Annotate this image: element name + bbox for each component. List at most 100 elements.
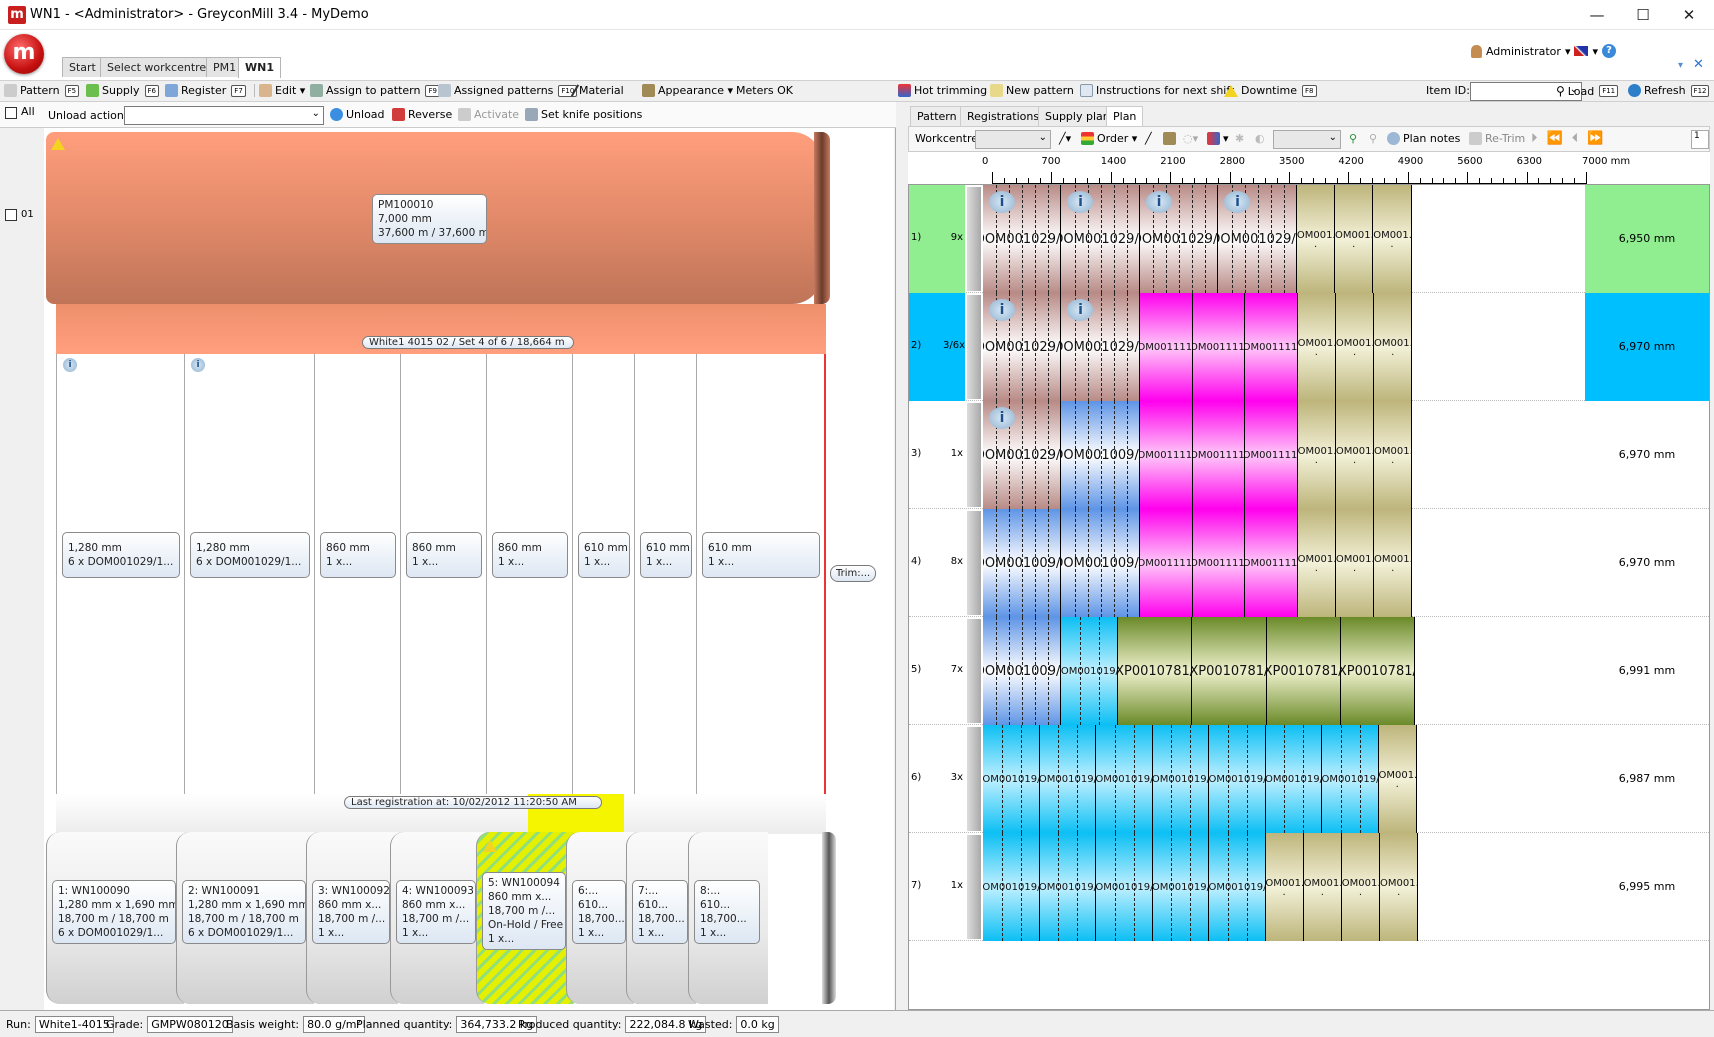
pattern-segment[interactable]: DOM001.... bbox=[1297, 401, 1336, 509]
pattern-segment[interactable]: DOM001019/1 bbox=[1039, 833, 1096, 941]
reel-info-box[interactable]: 3: WN100092 860 mm x... 18,700 m /... 1 x..… bbox=[312, 880, 390, 944]
refresh-button[interactable]: Refresh F12 bbox=[1628, 84, 1710, 97]
pattern-segment[interactable]: DOM001.... bbox=[1265, 833, 1304, 941]
supply-button[interactable]: Supply F6 bbox=[86, 84, 159, 97]
navigation-buttons[interactable]: ⏵ ⏪ ⏴ ⏩ bbox=[1531, 131, 1609, 146]
zoom-out-button[interactable]: ⚲ bbox=[1369, 132, 1377, 145]
material-button[interactable]: Material bbox=[570, 84, 624, 97]
reel[interactable]: 4: WN100093 860 mm x... 18,700 m /... 1 x..… bbox=[390, 832, 484, 1004]
row-handle[interactable] bbox=[967, 835, 981, 939]
reel[interactable]: 5: WN100094 860 mm x... 18,700 m /... On-Ho… bbox=[476, 832, 574, 1004]
pattern-segment[interactable]: DOM001111/1 bbox=[1245, 293, 1298, 401]
zoom-in-button[interactable]: ⚲ bbox=[1349, 132, 1357, 145]
pattern-segment[interactable]: DOM001019/1 bbox=[1061, 617, 1118, 725]
row-handle[interactable] bbox=[967, 511, 981, 615]
pattern-segment[interactable]: DOM001111/1 bbox=[1192, 509, 1246, 617]
forward-icon[interactable]: ⏩ bbox=[1587, 131, 1609, 146]
first-icon[interactable]: ⏵ bbox=[1531, 131, 1544, 146]
user-menu[interactable]: Administrator ▾ ▾ ? bbox=[1470, 44, 1616, 58]
pattern-row[interactable]: 3)1xiDOM001029/1DOM001009/1DOM001111/1DO… bbox=[909, 401, 1709, 509]
pattern-row[interactable]: 1) 9x i DOM001029/1 i DOM001029/1 i DOM001029/1… bbox=[909, 185, 1709, 293]
pattern-segment[interactable]: DOM001.... bbox=[1373, 185, 1412, 293]
strip-info-box[interactable]: 1,280 mm 6 x DOM001029/1... bbox=[190, 532, 310, 578]
pattern-segment[interactable]: DOM001019/1 bbox=[1152, 833, 1210, 941]
pattern-segment[interactable]: DOM001009/1 bbox=[983, 617, 1062, 725]
maximize-button[interactable]: ☐ bbox=[1620, 0, 1666, 30]
collapse-icon[interactable]: ▾ bbox=[1678, 60, 1683, 71]
color-tool[interactable]: ▾ bbox=[1207, 132, 1229, 145]
info-icon[interactable]: i bbox=[191, 358, 205, 372]
info-icon[interactable]: i bbox=[989, 191, 1015, 213]
pattern-segment[interactable]: DOM001019/1 bbox=[1096, 833, 1153, 941]
slit-strip[interactable]: 610 mm 1 x... bbox=[572, 354, 634, 794]
pattern-segment[interactable]: DOM001111/1 bbox=[1139, 509, 1193, 617]
pattern-segment[interactable]: DOM001009/1 bbox=[983, 509, 1062, 617]
info-icon[interactable]: i bbox=[1067, 299, 1094, 321]
pattern-segment[interactable]: DOM001111/1 bbox=[1192, 293, 1246, 401]
assign-to-pattern-button[interactable]: Assign to pattern F9 bbox=[310, 84, 440, 97]
pattern-segment[interactable]: DOM001009/1 bbox=[1061, 401, 1140, 509]
roll-tool[interactable]: ◐ bbox=[1255, 132, 1265, 145]
pattern-segment[interactable]: i DOM001029/1 bbox=[1061, 293, 1140, 401]
pattern-segment[interactable]: DOM001.... bbox=[1374, 293, 1413, 401]
reel[interactable]: 7:... 610... 18,700... 1 x... bbox=[626, 832, 696, 1004]
strip-info-box[interactable]: 610 mm 1 x... bbox=[578, 532, 630, 578]
downtime-button[interactable]: Downtime F8 bbox=[1224, 84, 1317, 97]
activate-button[interactable]: Activate bbox=[458, 108, 519, 121]
tab-select-workcentre[interactable]: Select workcentre bbox=[100, 57, 214, 77]
pattern-segment[interactable]: DOM001.... bbox=[1374, 401, 1413, 509]
pattern-segment[interactable]: DOM001.... bbox=[1374, 509, 1413, 617]
select-all-checkbox[interactable] bbox=[5, 107, 17, 119]
pattern-segment[interactable]: i DOM001029/1 bbox=[1139, 185, 1219, 293]
pattern-segment[interactable]: DOM001.... bbox=[1297, 293, 1336, 401]
reel-info-box[interactable]: 1: WN100090 1,280 mm x 1,690 mm 18,700 m /… bbox=[52, 880, 176, 944]
order-menu-button[interactable]: Order ▾ bbox=[1081, 132, 1137, 145]
pattern-segment[interactable]: DOM001111/1 bbox=[1139, 293, 1193, 401]
help-icon[interactable]: ? bbox=[1602, 44, 1616, 58]
row-handle[interactable] bbox=[967, 187, 981, 291]
hot-trimming-button[interactable]: Hot trimming bbox=[898, 84, 987, 97]
pattern-segment[interactable]: EXP0010781/1 bbox=[1192, 617, 1267, 725]
trim-label[interactable]: Trim:... bbox=[830, 565, 877, 582]
row-handle[interactable] bbox=[967, 295, 981, 399]
knife-menu-button[interactable]: ╱▾ bbox=[1059, 132, 1071, 145]
pattern-segment[interactable]: DOM001111/1 bbox=[1245, 509, 1298, 617]
pattern-segment[interactable]: DOM001019/1 bbox=[1322, 725, 1379, 833]
page-spinner[interactable]: 1 bbox=[1691, 130, 1709, 149]
pattern-segment[interactable]: DOM001.... bbox=[1336, 401, 1375, 509]
strip-info-box[interactable]: 610 mm 1 x... bbox=[640, 532, 692, 578]
pattern-segment[interactable]: DOM001019/1 bbox=[983, 725, 1040, 833]
slit-strip[interactable]: 860 mm 1 x... bbox=[486, 354, 572, 794]
slit-strip[interactable]: 860 mm 1 x... bbox=[400, 354, 486, 794]
material-tool[interactable]: ╱ bbox=[1145, 132, 1152, 145]
slit-strip[interactable]: 610 mm 1 x... bbox=[696, 354, 824, 794]
reel[interactable]: 1: WN100090 1,280 mm x 1,690 mm 18,700 m /… bbox=[46, 832, 184, 1004]
pattern-segment[interactable]: DOM001111/1 bbox=[1192, 401, 1246, 509]
tab-wn1[interactable]: WN1 bbox=[238, 57, 281, 78]
pattern-segment[interactable]: EXP0010781/1 bbox=[1266, 617, 1341, 725]
pattern-segment[interactable]: DOM001019/1 bbox=[1152, 725, 1210, 833]
slit-strip[interactable]: i 1,280 mm 6 x DOM001029/1... bbox=[56, 354, 184, 794]
pattern-segment[interactable]: DOM001009/1 bbox=[1061, 509, 1140, 617]
reel[interactable]: 8:... 610... 18,700... 1 x... bbox=[688, 832, 768, 1004]
reel-info-box[interactable]: 5: WN100094 860 mm x... 18,700 m /... On-Ho… bbox=[482, 872, 566, 950]
pattern-segment[interactable]: DOM001.... bbox=[1335, 185, 1374, 293]
row-handle[interactable] bbox=[967, 403, 981, 507]
zoom-select[interactable]: ⌄ bbox=[1273, 130, 1341, 149]
info-icon[interactable]: i bbox=[63, 358, 77, 372]
reel-info-box[interactable]: 2: WN100091 1,280 mm x 1,690 mm 18,700 m /… bbox=[182, 880, 306, 944]
pattern-segment[interactable]: EXP0010781/1 bbox=[1340, 617, 1415, 725]
tab-pattern[interactable]: Pattern bbox=[910, 106, 964, 126]
pattern-segment[interactable]: DOM001.... bbox=[1303, 833, 1342, 941]
info-icon[interactable]: i bbox=[989, 299, 1015, 321]
star-tool[interactable]: ✱ bbox=[1235, 132, 1244, 145]
strip-info-box[interactable]: 860 mm 1 x... bbox=[492, 532, 568, 578]
jumbo-info-box[interactable]: PM100010 7,000 mm 37,600 m / 37,600 m bbox=[372, 194, 487, 244]
tab-start[interactable]: Start bbox=[62, 57, 103, 77]
pattern-row[interactable]: 7)1xDOM001019/1DOM001019/1DOM001019/1DOM… bbox=[909, 833, 1709, 941]
strip-info-box[interactable]: 1,280 mm 6 x DOM001029/1... bbox=[62, 532, 180, 578]
reel-info-box[interactable]: 7:... 610... 18,700... 1 x... bbox=[632, 880, 688, 944]
pattern-segment[interactable]: DOM001.... bbox=[1297, 509, 1336, 617]
reel-info-box[interactable]: 8:... 610... 18,700... 1 x... bbox=[694, 880, 760, 944]
row-handle[interactable] bbox=[967, 619, 981, 723]
